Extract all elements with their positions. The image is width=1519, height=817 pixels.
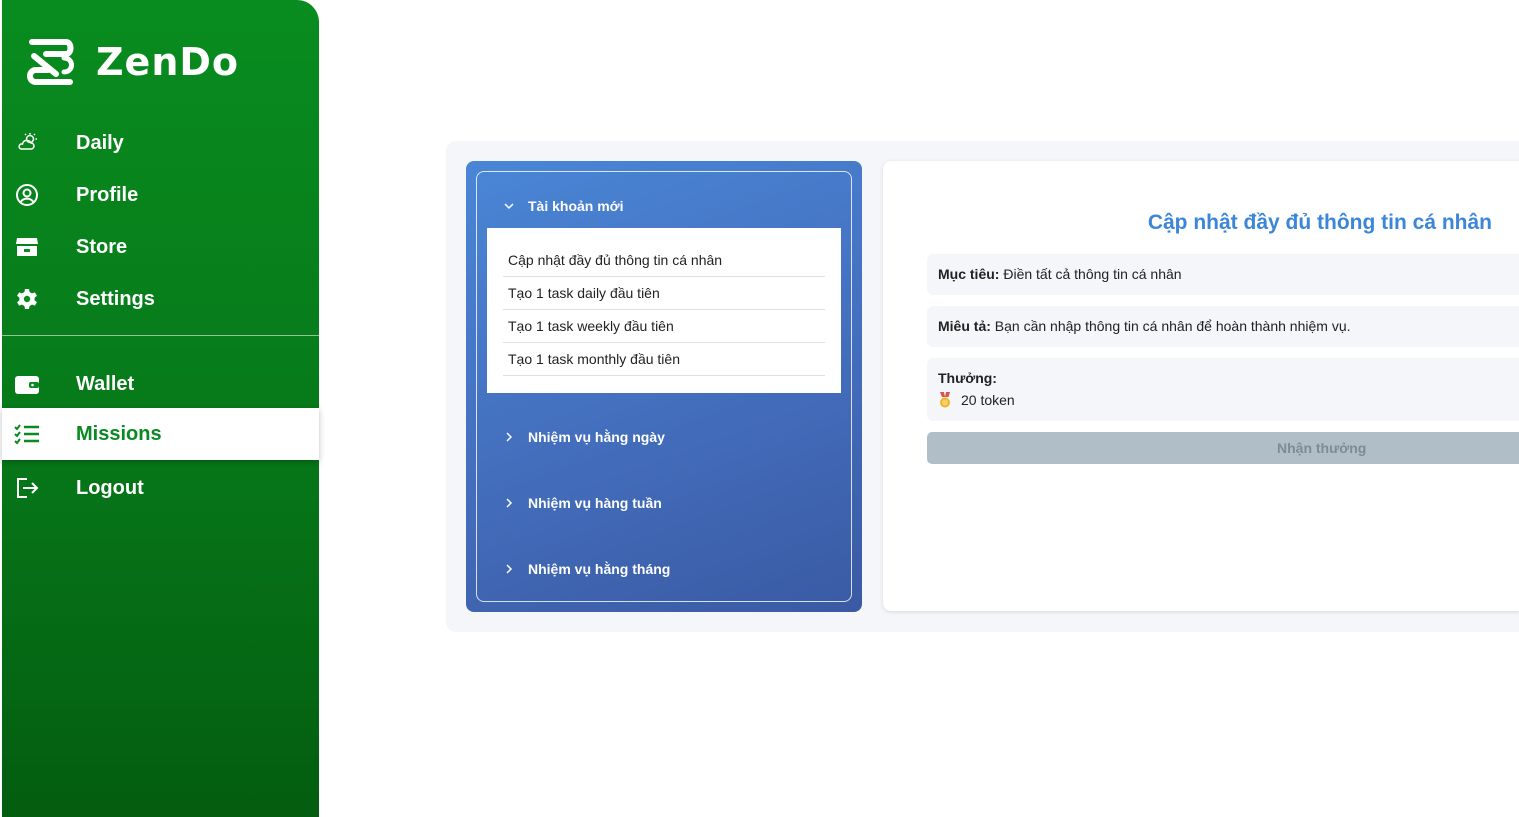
- mission-sublist: Cập nhật đầy đủ thông tin cá nhân Tạo 1 …: [487, 228, 841, 393]
- chevron-down-icon: [504, 203, 514, 210]
- desc-value: Bạn cần nhập thông tin cá nhân để hoàn t…: [994, 318, 1351, 334]
- goal-label: Mục tiêu:: [938, 266, 1000, 282]
- mission-item[interactable]: Tạo 1 task daily đầu tiên: [503, 277, 825, 310]
- mission-description: Miêu tả: Bạn cần nhập thông tin cá nhân …: [927, 306, 1519, 347]
- reward-value: 20 token: [961, 392, 1015, 408]
- sun-cloud-icon: [14, 130, 40, 156]
- sidebar-item-label: Wallet: [76, 372, 135, 395]
- mission-item[interactable]: Tạo 1 task monthly đầu tiên: [503, 343, 825, 376]
- brand-name: ZenDo: [96, 40, 240, 84]
- mission-group-daily[interactable]: Nhiệm vụ hằng ngày: [503, 429, 665, 445]
- checklist-icon: [14, 421, 40, 447]
- chevron-right-icon: [506, 564, 513, 574]
- mission-group-title: Nhiệm vụ hằng ngày: [528, 429, 665, 445]
- mission-group-new-account[interactable]: Tài khoản mới: [503, 198, 624, 214]
- mission-item[interactable]: Tạo 1 task weekly đầu tiên: [503, 310, 825, 343]
- user-circle-icon: [14, 182, 40, 208]
- mission-group-title: Nhiệm vụ hàng tuần: [528, 495, 662, 511]
- sidebar: ZenDo Daily Profile Store Settings Walle…: [2, 0, 319, 817]
- logout-icon: [14, 475, 40, 501]
- mission-group-title: Nhiệm vụ hằng tháng: [528, 561, 671, 577]
- sidebar-item-label: Settings: [76, 287, 155, 310]
- sidebar-item-settings[interactable]: Settings: [2, 273, 319, 325]
- sidebar-item-store[interactable]: Store: [2, 221, 319, 273]
- mission-group-monthly[interactable]: Nhiệm vụ hằng tháng: [503, 561, 670, 577]
- store-icon: [14, 234, 40, 260]
- sidebar-item-label: Logout: [76, 476, 144, 499]
- sidebar-item-label: Profile: [76, 183, 139, 206]
- sidebar-item-daily[interactable]: Daily: [2, 117, 319, 169]
- wallet-icon: [14, 371, 40, 397]
- gear-icon: [14, 286, 40, 312]
- goal-value: Điền tất cả thông tin cá nhân: [1003, 266, 1182, 282]
- sidebar-item-label: Daily: [76, 131, 124, 154]
- mission-detail: Cập nhật đầy đủ thông tin cá nhân Mục ti…: [883, 161, 1519, 611]
- brand-logo[interactable]: ZenDo: [26, 36, 239, 88]
- reward-label: Thưởng:: [938, 370, 997, 386]
- chevron-right-icon: [506, 498, 513, 508]
- mission-group-weekly[interactable]: Nhiệm vụ hàng tuần: [503, 495, 662, 511]
- sidebar-item-wallet[interactable]: Wallet: [2, 358, 319, 410]
- sidebar-item-missions[interactable]: Missions: [2, 408, 319, 460]
- sidebar-item-logout[interactable]: Logout: [2, 462, 319, 514]
- claim-reward-button[interactable]: Nhận thưởng: [927, 432, 1519, 464]
- sidebar-item-profile[interactable]: Profile: [2, 169, 319, 221]
- chevron-right-icon: [506, 432, 513, 442]
- sidebar-item-label: Store: [76, 235, 128, 258]
- medal-icon: [940, 392, 950, 408]
- mission-reward: Thưởng: 20 token: [927, 358, 1519, 421]
- sidebar-item-label: Missions: [76, 422, 162, 445]
- mission-item[interactable]: Cập nhật đầy đủ thông tin cá nhân: [503, 244, 825, 277]
- desc-label: Miêu tả:: [938, 318, 991, 334]
- mission-detail-title: Cập nhật đầy đủ thông tin cá nhân: [1147, 211, 1492, 234]
- mission-list-frame: Tài khoản mới Cập nhật đầy đủ thông tin …: [476, 171, 852, 602]
- mission-goal: Mục tiêu: Điền tất cả thông tin cá nhân: [927, 254, 1519, 295]
- zendo-logo-icon: [27, 39, 74, 85]
- sidebar-divider: [2, 335, 319, 336]
- mission-group-title: Tài khoản mới: [528, 198, 624, 214]
- mission-list: Tài khoản mới Cập nhật đầy đủ thông tin …: [466, 161, 862, 612]
